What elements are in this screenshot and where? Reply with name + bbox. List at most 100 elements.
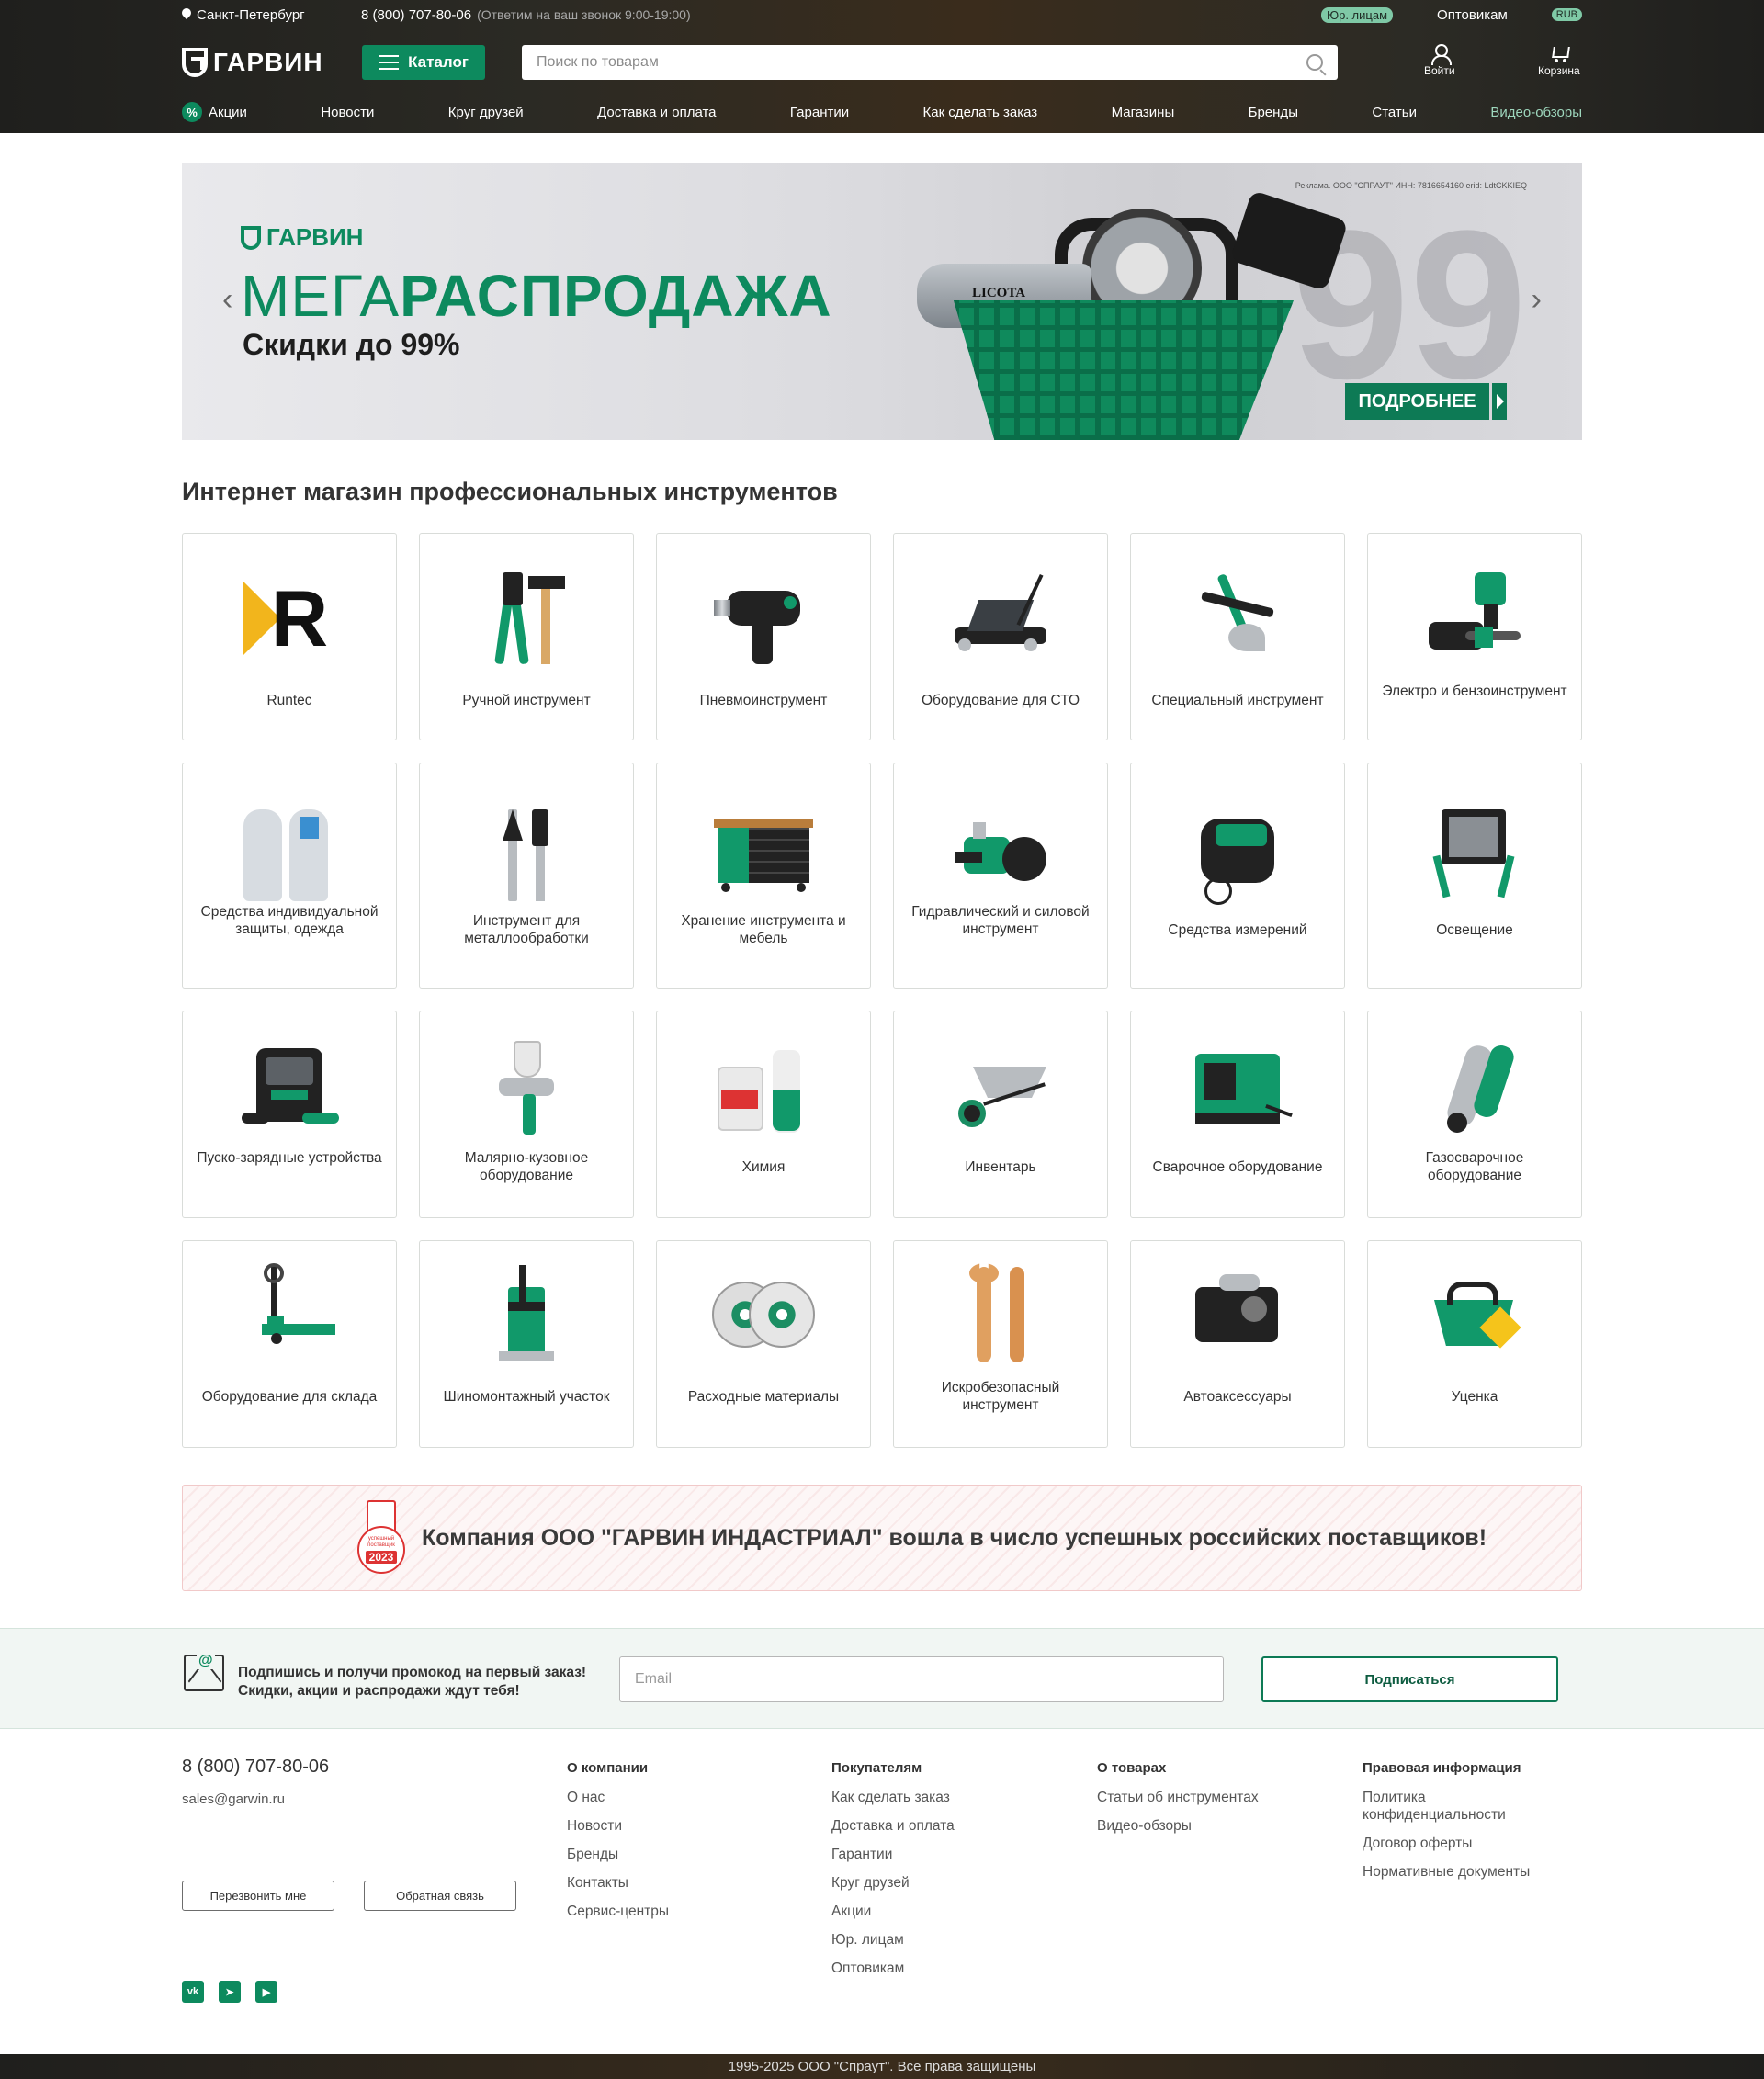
banner-next-arrow[interactable]: › (1532, 282, 1542, 318)
youtube-icon[interactable]: ▶ (255, 1981, 277, 2003)
footer-email[interactable]: sales@garwin.ru (182, 1791, 285, 1807)
nav-item-news[interactable]: Новости (321, 105, 374, 120)
vk-icon[interactable]: vk (182, 1981, 204, 2003)
footer-link-videos[interactable]: Видео-обзоры (1097, 1817, 1299, 1835)
login-button[interactable]: Войти (1424, 44, 1455, 77)
footer-link-articles[interactable]: Статьи об инструментах (1097, 1789, 1299, 1806)
category-card[interactable]: Электро и бензоинструмент (1367, 533, 1582, 740)
thumb-shape (503, 809, 523, 841)
category-card[interactable]: Химия (656, 1011, 871, 1218)
nav-item-promo[interactable]: % Акции (182, 102, 247, 122)
category-card[interactable]: Сварочное оборудование (1130, 1011, 1345, 1218)
category-label: Средства индивидуальной защиты, одежда (200, 904, 379, 937)
footer-link-about[interactable]: О нас (567, 1789, 769, 1806)
category-card[interactable]: Уценка (1367, 1240, 1582, 1448)
category-card[interactable]: Специальный инструмент (1130, 533, 1345, 740)
footer-link-brands[interactable]: Бренды (567, 1846, 769, 1863)
category-card[interactable]: Оборудование для склада (182, 1240, 397, 1448)
footer-phone[interactable]: 8 (800) 707-80-06 (182, 1757, 329, 1778)
footer-link-delivery[interactable]: Доставка и оплата (831, 1817, 1034, 1835)
main-bar: ГАРВИН Каталог (182, 44, 1582, 81)
legal-entities-link[interactable]: Юр. лицам (1320, 6, 1394, 23)
footer-link-warranty[interactable]: Гарантии (831, 1846, 1034, 1863)
nav-item-delivery[interactable]: Доставка и оплата (597, 105, 716, 120)
city-selector[interactable]: Санкт-Петербург (182, 7, 361, 23)
search-input[interactable] (537, 54, 1306, 71)
thumb-shape (528, 576, 565, 589)
subscribe-button[interactable]: Подписаться (1261, 1656, 1558, 1702)
category-label: Пуско-зарядные устройства (197, 1150, 382, 1166)
category-label: Оборудование для склада (201, 1389, 378, 1405)
category-card[interactable]: Расходные материалы (656, 1240, 871, 1448)
footer-link-service-centers[interactable]: Сервис-центры (567, 1903, 769, 1920)
category-label: Специальный инструмент (1151, 693, 1324, 708)
header-phone[interactable]: 8 (800) 707-80-06 (361, 7, 471, 23)
category-card[interactable]: Средства измерений (1130, 763, 1345, 989)
telegram-icon[interactable]: ➤ (219, 1981, 241, 2003)
footer-link-how-to-order[interactable]: Как сделать заказ (831, 1789, 1034, 1806)
coverall-icon (234, 800, 345, 910)
footer-link-contacts[interactable]: Контакты (567, 1874, 769, 1892)
copyright: 1995-2025 ООО "Спраут". Все права защище… (0, 2054, 1764, 2079)
category-card[interactable]: Средства индивидуальной защиты, одежда (182, 763, 397, 989)
nav-item-video-reviews[interactable]: Видео-обзоры (1490, 105, 1582, 120)
footer-link-news[interactable]: Новости (567, 1817, 769, 1835)
footer-link-offer[interactable]: Договор оферты (1363, 1835, 1555, 1852)
nav-item-friends[interactable]: Круг друзей (448, 105, 524, 120)
category-card[interactable]: Оборудование для СТО (893, 533, 1108, 740)
category-card[interactable]: Ручной инструмент (419, 533, 634, 740)
banner-more-button[interactable]: ПОДРОБНЕЕ (1345, 383, 1507, 420)
footer-link-regulations[interactable]: Нормативные документы (1363, 1863, 1555, 1881)
category-label: Хранение инструмента и мебель (681, 913, 846, 946)
brass-wrenches-icon (945, 1260, 1056, 1370)
category-card[interactable]: Шиномонтажный участок (419, 1240, 634, 1448)
category-card[interactable]: Хранение инструмента и мебель (656, 763, 871, 989)
thumb-shape (271, 1090, 308, 1100)
category-card[interactable]: Инструмент для металлообработки (419, 763, 634, 989)
headline-bold: РАСПРОДАЖА (400, 263, 832, 329)
nav-item-how-to-order[interactable]: Как сделать заказ (923, 105, 1038, 120)
category-card[interactable]: Малярно-кузовное оборудование (419, 1011, 634, 1218)
currency-switch[interactable]: RUB (1551, 8, 1582, 21)
thumb-shape (955, 852, 982, 863)
search-icon[interactable] (1306, 54, 1323, 71)
category-card[interactable]: Газосварочное оборудование (1367, 1011, 1582, 1218)
site-logo[interactable]: ГАРВИН (182, 48, 362, 77)
thumb-shape (243, 809, 282, 901)
callback-button[interactable]: Перезвонить мне (182, 1881, 334, 1911)
category-card[interactable]: Гидравлический и силовой инструмент (893, 763, 1108, 989)
thumb-shape (508, 1287, 545, 1361)
category-card[interactable]: R Runtec (182, 533, 397, 740)
footer-link-wholesale[interactable]: Оптовикам (831, 1960, 1034, 1977)
nav-item-warranty[interactable]: Гарантии (790, 105, 849, 120)
banner-prev-arrow[interactable]: ‹ (222, 282, 232, 318)
promo-banner[interactable]: 99 LICOTA Реклама. ООО "СПРАУТ" ИНН: 781… (182, 163, 1582, 440)
footer-link-promo[interactable]: Акции (831, 1903, 1034, 1920)
tool-cabinet-icon (708, 800, 819, 910)
nav-item-articles[interactable]: Статьи (1372, 105, 1417, 120)
top-bar: Санкт-Петербург 8 (800) 707-80-06 (Ответ… (182, 0, 1582, 29)
footer-link-privacy[interactable]: Политика конфиденциальности (1363, 1789, 1555, 1824)
subscribe-email-input[interactable] (619, 1656, 1224, 1702)
category-label: Гидравлический и силовой инструмент (911, 904, 1090, 937)
footer-link-legal[interactable]: Юр. лицам (831, 1931, 1034, 1949)
category-card[interactable]: Инвентарь (893, 1011, 1108, 1218)
thumb-shape (721, 883, 730, 892)
catalog-button[interactable]: Каталог (362, 45, 485, 80)
footer-link-friends[interactable]: Круг друзей (831, 1874, 1034, 1892)
banner-headline: МЕГАРАСПРОДАЖА (241, 262, 832, 330)
banner-logo-text: ГАРВИН (266, 223, 364, 251)
feedback-button[interactable]: Обратная связь (364, 1881, 516, 1911)
category-card[interactable]: Пневмоинструмент (656, 533, 871, 740)
user-icon (1430, 44, 1452, 65)
category-card[interactable]: Искробезопасный инструмент (893, 1240, 1108, 1448)
site-header: Санкт-Петербург 8 (800) 707-80-06 (Ответ… (0, 0, 1764, 133)
category-card[interactable]: Пуско-зарядные устройства (182, 1011, 397, 1218)
nav-item-stores[interactable]: Магазины (1112, 105, 1175, 120)
wholesale-link[interactable]: Оптовикам (1437, 7, 1508, 23)
category-card[interactable]: Автоаксессуары (1130, 1240, 1345, 1448)
successful-supplier-badge-icon: успешный поставщик 2023 (357, 1500, 405, 1576)
cart-button[interactable]: Корзина (1538, 44, 1580, 77)
category-card[interactable]: Освещение (1367, 763, 1582, 989)
nav-item-brands[interactable]: Бренды (1249, 105, 1298, 120)
